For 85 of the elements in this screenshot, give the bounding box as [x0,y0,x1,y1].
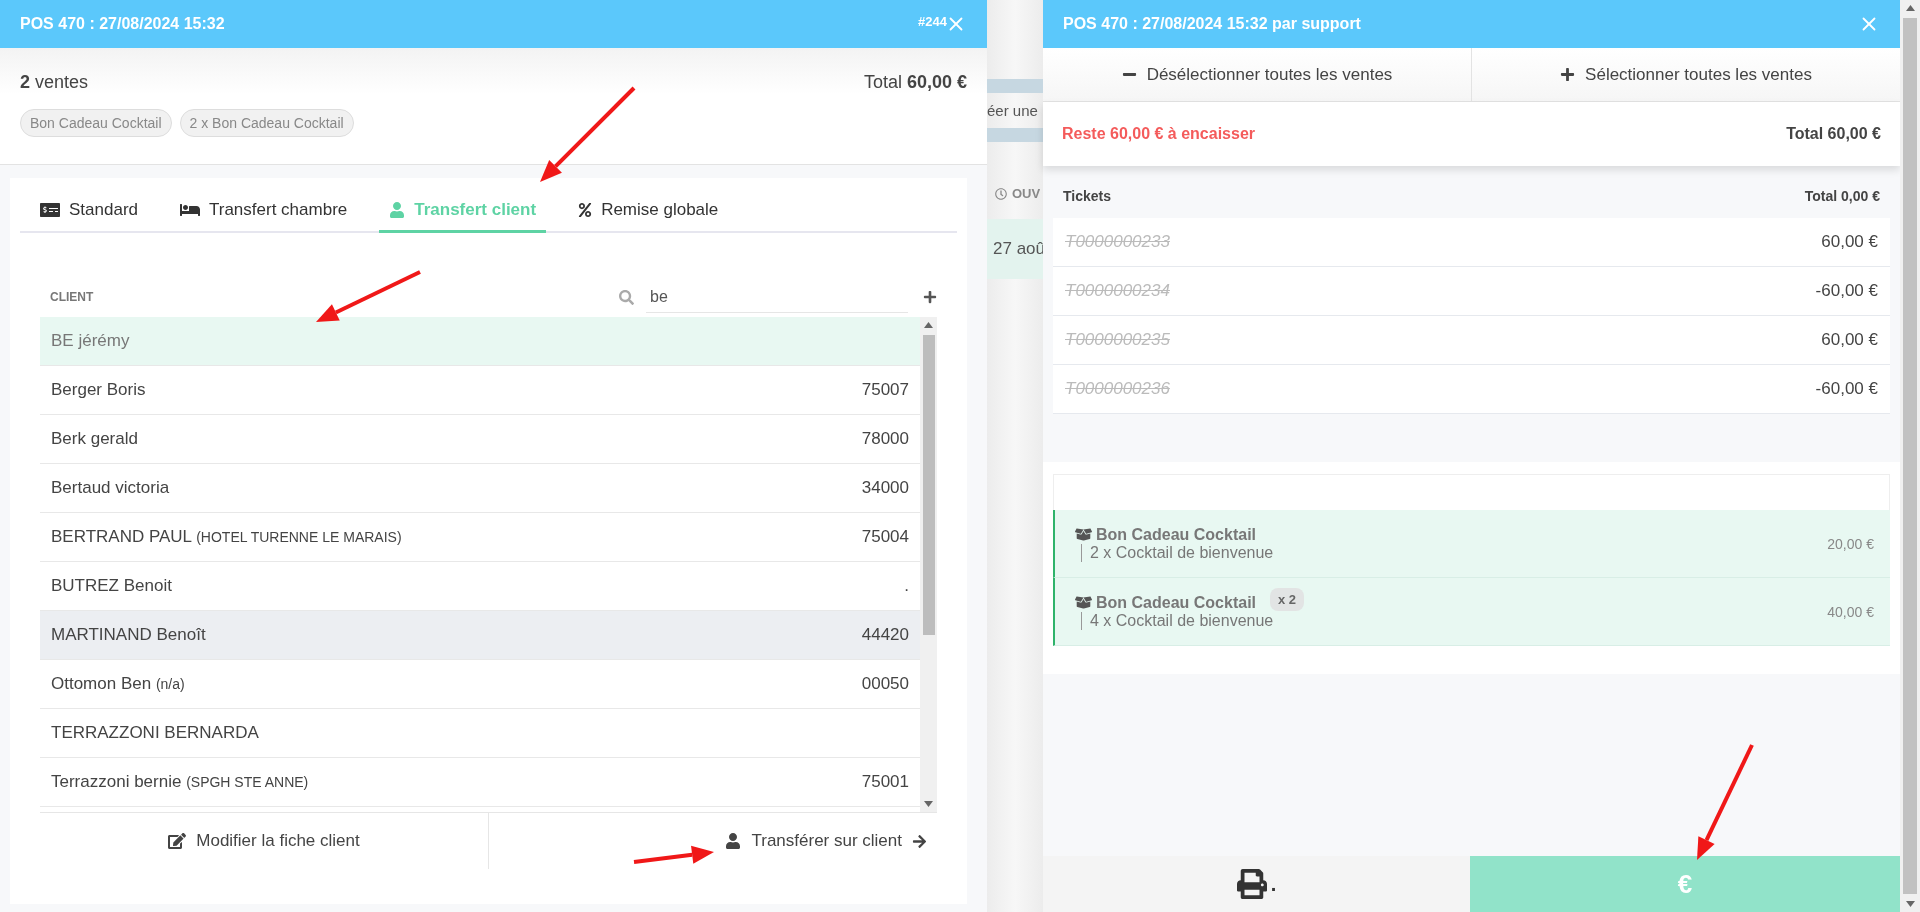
plus-icon [1560,67,1576,82]
client-name: Bertaud victoria [51,478,171,498]
ticket-amount: -60,00 € [1815,379,1878,399]
ticket-row[interactable]: T0000000234 -60,00 € [1053,267,1890,316]
dialog-title: POS 470 : 27/08/2024 15:32 par support [1063,15,1361,33]
column-header: CLIENT [50,290,95,304]
ticket-amount: 60,00 € [1821,330,1878,350]
search-icon [619,289,634,305]
tickets-label: Tickets [1063,188,1111,206]
ticket-row[interactable]: T0000000236 -60,00 € [1053,365,1890,414]
search-field[interactable]: be [646,281,908,313]
print-button[interactable]: . [1043,856,1470,912]
remaining-amount: Reste 60,00 € à encaisser [1062,125,1256,143]
sale-item[interactable]: Bon Cadeau Cocktail x 2 4 x Cocktail de bienvenue 40,00 € [1053,578,1890,646]
postal-code: 78000 [861,429,909,449]
postal-code: . [904,576,909,596]
ticket-row[interactable]: T0000000235 60,00 € [1053,316,1890,365]
arrow-right-icon [912,833,927,849]
ticket-id: T0000000234 [1065,281,1170,301]
dialog-title: POS 470 : 27/08/2024 15:32 [20,15,225,33]
client-name: Berger Boris [51,380,147,400]
add-button[interactable] [923,290,937,304]
ticket-amount: 60,00 € [1821,232,1878,252]
item-name: Bon Cadeau Cocktail [1096,593,1257,612]
client-name: MARTINAND Benoît [51,625,207,645]
ticket-id: T0000000236 [1065,379,1170,399]
user-icon [725,833,742,849]
postal-code: 44420 [861,625,909,645]
client-row[interactable]: BE jérémy [40,317,920,366]
scroll-down-icon[interactable] [1905,901,1915,907]
tab[interactable]: Transfert chambre [170,200,358,233]
client-row[interactable]: MARTINAND Benoît 44420 [40,611,920,660]
ticket-amount: -60,00 € [1815,281,1878,301]
background-bar [987,128,1043,142]
scroll-up-icon[interactable] [924,322,933,328]
product-tag: Bon Cadeau Cocktail [20,109,172,137]
background-bar [987,79,1043,93]
client-name: TERRAZZONI BERNARDA [51,723,260,743]
scroll-up-icon[interactable] [1905,5,1915,11]
client-name: Ottomon Ben (n/a) [51,674,186,694]
bill-icon [40,200,60,220]
postal-code: 75004 [861,527,909,547]
item-detail: 2 x Cocktail de bienvenue [1081,543,1274,562]
postal-code: 34000 [861,478,909,498]
tab[interactable]: Remise globale [568,200,729,233]
user-icon [389,202,406,218]
client-name: Terrazzoni bernie (SPGH STE ANNE) [51,772,310,792]
postal-code: 75001 [861,772,909,792]
percent-icon [578,203,593,217]
box-icon [1075,594,1092,611]
background-cell: 27 aoû [987,219,1043,279]
scroll-down-icon[interactable] [924,801,933,807]
select-all-button[interactable]: Sélectionner toutes les ventes [1472,48,1900,101]
tickets-total: Total 0,00 € [1804,188,1880,206]
client-name: BUTREZ Benoit [51,576,173,596]
client-name: BE jérémy [51,331,131,351]
item-price: 40,00 € [1827,603,1874,620]
quantity-badge: x 2 [1270,588,1305,611]
edit-client-button[interactable]: Modifier la fiche client [40,813,489,869]
scrollbar[interactable] [920,317,937,812]
transfer-button[interactable]: Transférer sur client [489,813,937,869]
ticket-id: T0000000235 [1065,330,1170,350]
total-amount: Total 60,00 € [1786,125,1881,143]
item-detail: 4 x Cocktail de bienvenue [1081,611,1305,630]
client-name: BERTRAND PAUL (HOTEL TURENNE LE MARAIS) [51,527,403,547]
client-name: Berk gerald [51,429,139,449]
sale-item[interactable]: Bon Cadeau Cocktail 2 x Cocktail de bienvenue 20,00 € [1053,510,1890,578]
deselect-all-button[interactable]: Désélectionner toutes les ventes [1043,48,1472,101]
ticket-id: T0000000233 [1065,232,1170,252]
postal-code: 00050 [861,674,909,694]
clock-icon [995,187,1007,200]
ticket-number: #244 [918,14,947,29]
edit-icon [168,832,187,850]
background-button-text: éer une [987,101,1039,121]
sales-count: 2 ventes [20,72,89,93]
ticket-row[interactable]: T0000000233 60,00 € [1053,218,1890,267]
sales-total: Total 60,00 € [863,72,967,93]
printer-icon [1236,869,1267,899]
postal-code: 75007 [861,380,909,400]
product-tag: 2 x Bon Cadeau Cocktail [179,109,354,137]
background-column-header: OUV [987,186,1043,201]
tab[interactable]: Standard [30,200,148,233]
box-icon [1075,526,1092,543]
item-price: 20,00 € [1827,535,1874,552]
item-name: Bon Cadeau Cocktail [1096,525,1257,544]
